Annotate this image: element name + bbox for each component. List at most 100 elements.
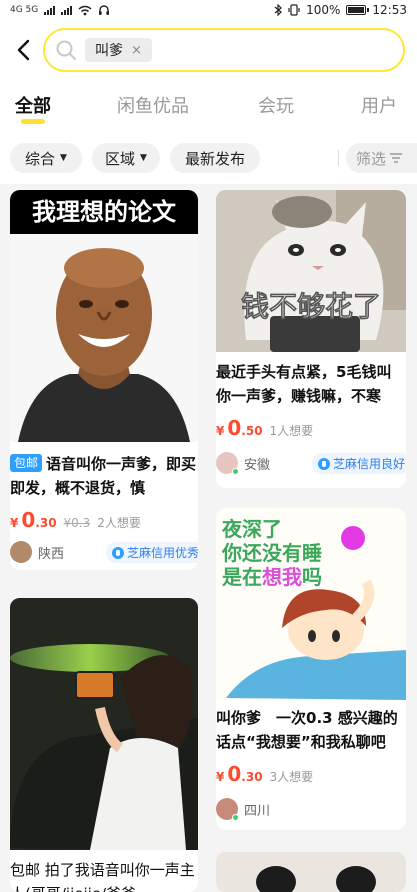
latest-sort-button[interactable]: 最新发布	[170, 143, 260, 173]
price: ¥ 0 .30 ¥0.3 2人想要	[10, 508, 141, 532]
seller-info: 四川	[216, 798, 271, 821]
price: ¥ 0 .50 1人想要	[216, 416, 313, 440]
image-caption: 你还没有睡	[221, 541, 322, 565]
product-title: 最近手头有点紧，5毛钱叫你一声爹，赚钱嘛，不寒	[216, 363, 392, 405]
product-title: 包邮 语音叫你一声爹，即买即发，概不退货，慎	[10, 452, 198, 500]
vibrate-icon	[288, 4, 300, 16]
price-decimal: .50	[241, 424, 263, 438]
filter-button[interactable]: 筛选	[346, 143, 417, 173]
latest-label: 最新发布	[184, 149, 245, 168]
network-indicators: 4G 5G	[10, 4, 110, 16]
filter-bar: 综合 ▼ 区域 ▼ 最新发布 筛选	[0, 130, 417, 184]
product-card[interactable]: 钱不够花了 最近手头有点紧，5毛钱叫你一声爹，赚钱嘛，不寒 ¥ 0 .50 1人…	[216, 190, 406, 488]
signal-icon-2	[61, 5, 73, 15]
close-icon[interactable]: ×	[131, 43, 142, 58]
price-integer: 0	[227, 762, 242, 786]
wifi-icon	[78, 5, 92, 15]
image-caption: 我理想的论文	[10, 190, 198, 234]
search-header: 叫爹 ×	[0, 20, 417, 82]
search-query-text: 叫爹	[95, 43, 123, 59]
search-query-chip[interactable]: 叫爹 ×	[85, 38, 152, 62]
product-title: 包邮 拍了我语音叫你一声主人(哥哥/jiejie/爸爸	[10, 861, 195, 892]
filter-label: 筛选	[356, 149, 387, 168]
seller-info: 安徽	[216, 452, 271, 475]
price-decimal: .30	[35, 516, 57, 530]
credit-text: 芝麻信用优秀	[127, 546, 198, 560]
back-button[interactable]	[10, 36, 36, 64]
credit-badge: 芝麻信用优秀	[106, 542, 198, 563]
credit-icon	[318, 457, 330, 470]
product-card[interactable]: 我理想的论文 包邮 语音叫你一声爹，即买即发，概不退货，慎 ¥ 0 .30 ¥0.…	[10, 190, 198, 570]
product-image: 我理想的论文	[10, 190, 198, 442]
seller-location: 四川	[244, 803, 271, 819]
network-label: 4G 5G	[10, 5, 39, 15]
product-title: 叫你爹 一次0.3 感兴趣的话点“我想要”和我私聊吧	[216, 709, 398, 751]
image-caption: 夜深了	[221, 517, 282, 541]
seller-info: 陕西	[10, 541, 64, 563]
product-image	[10, 598, 198, 850]
filter-icon	[390, 153, 403, 163]
product-card[interactable]	[216, 852, 406, 892]
image-caption: 是在想我吗	[221, 565, 322, 589]
crying-cat-image: 钱不够花了	[216, 190, 406, 352]
battery-icon	[346, 5, 370, 15]
region-dropdown[interactable]: 区域 ▼	[92, 143, 160, 173]
caret-down-icon: ▼	[60, 153, 67, 163]
region-label: 区域	[105, 149, 136, 168]
image-caption: 钱不够花了	[241, 290, 381, 323]
tab-all[interactable]: 全部	[15, 92, 51, 118]
status-bar: 4G 5G 100% 12:53	[0, 0, 417, 20]
seller-location: 陕西	[38, 546, 65, 562]
sort-label: 综合	[25, 149, 56, 168]
search-icon	[56, 40, 76, 60]
price-integer: 0	[227, 416, 242, 440]
credit-text: 芝麻信用良好	[333, 457, 406, 471]
chevron-left-icon	[17, 39, 30, 61]
anime-girl-image: 夜深了 你还没有睡 是在想我吗	[216, 508, 406, 700]
pet-face-photo	[216, 852, 406, 892]
product-image: 夜深了 你还没有睡 是在想我吗	[216, 508, 406, 700]
caret-down-icon: ▼	[140, 153, 147, 163]
currency-symbol: ¥	[216, 424, 225, 438]
tab-users[interactable]: 用户	[361, 92, 397, 118]
currency-symbol: ¥	[10, 516, 19, 530]
headphones-icon	[99, 5, 110, 15]
image-caption-pre: 是在	[221, 565, 262, 589]
credit-badge: 芝麻信用良好	[312, 453, 406, 474]
image-caption-post: 吗	[302, 565, 322, 589]
want-count: 2人想要	[97, 516, 141, 530]
search-input[interactable]: 叫爹 ×	[43, 28, 405, 72]
tab-play[interactable]: 会玩	[258, 92, 294, 118]
man-portrait	[10, 234, 198, 442]
avatar	[216, 798, 239, 821]
sort-dropdown[interactable]: 综合 ▼	[10, 143, 82, 173]
tab-xianyu-premium[interactable]: 闲鱼优品	[117, 92, 189, 118]
active-tab-indicator	[21, 119, 45, 124]
signal-icon	[44, 5, 56, 15]
image-caption-highlight: 想我	[262, 565, 302, 589]
price-decimal: .30	[241, 770, 263, 784]
want-count: 3人想要	[269, 770, 314, 784]
want-count: 1人想要	[269, 424, 314, 438]
status-right: 100% 12:53	[274, 3, 407, 17]
online-dot	[232, 468, 239, 475]
car-interior-photo	[10, 598, 198, 850]
product-image: 钱不够花了	[216, 190, 406, 352]
price: ¥ 0 .30 3人想要	[216, 762, 313, 786]
original-price: ¥0.3	[63, 516, 91, 530]
price-integer: 0	[21, 508, 36, 532]
free-shipping-badge: 包邮	[10, 454, 43, 472]
product-card[interactable]: 夜深了 你还没有睡 是在想我吗 叫你爹 一次0.3 感兴趣的话点“我想要”和我私…	[216, 508, 406, 830]
category-tabs: 全部 闲鱼优品 会玩 用户	[0, 82, 417, 130]
credit-icon	[112, 546, 124, 559]
divider	[338, 150, 339, 166]
battery-percent: 100%	[306, 3, 341, 17]
clock: 12:53	[372, 3, 407, 17]
seller-location: 安徽	[244, 457, 271, 473]
product-image	[216, 852, 406, 892]
currency-symbol: ¥	[216, 770, 225, 784]
product-card[interactable]: 包邮 拍了我语音叫你一声主人(哥哥/jiejie/爸爸	[10, 598, 198, 892]
online-dot	[232, 814, 239, 821]
avatar	[216, 452, 239, 475]
avatar	[10, 541, 32, 563]
